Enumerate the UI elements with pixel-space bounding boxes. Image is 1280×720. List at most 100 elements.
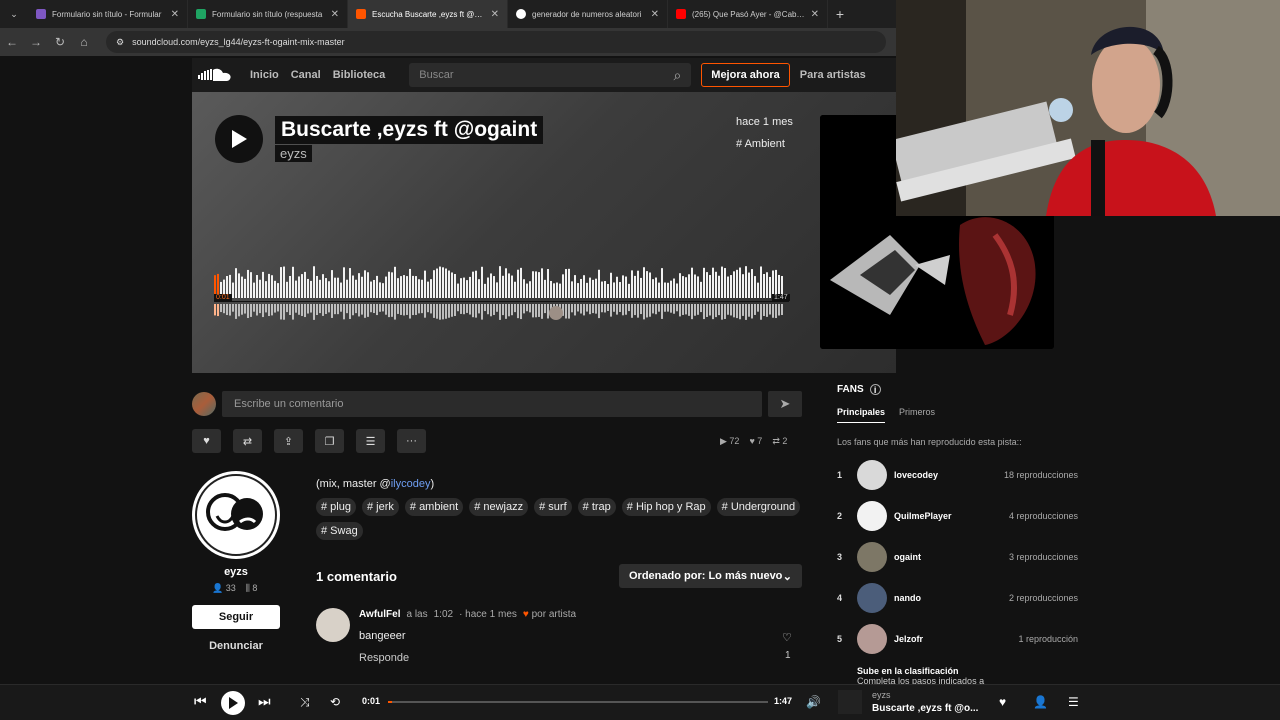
tag-pill[interactable]: # newjazz <box>469 498 529 516</box>
browser-tab[interactable]: Formulario sin título (respuesta ✕ <box>188 0 348 28</box>
tag-pill[interactable]: # Underground <box>716 498 801 516</box>
soundcloud-logo-icon[interactable] <box>192 58 238 92</box>
track-stats: ▶ 72 ♥ 7 ⇄ 2 <box>720 436 787 447</box>
reply-link[interactable]: Responde <box>359 652 409 664</box>
nav-inicio[interactable]: Inicio <box>250 69 279 81</box>
tab-primeros[interactable]: Primeros <box>899 407 935 423</box>
browser-tab[interactable]: generador de numeros aleatori ✕ <box>508 0 668 28</box>
commenter-avatar[interactable] <box>316 608 350 642</box>
info-icon[interactable]: i <box>869 384 881 395</box>
address-bar[interactable]: ⚙ soundcloud.com/eyzs_lg44/eyzs-ft-ogaint… <box>106 31 886 53</box>
tab-search-chevron-icon[interactable]: ⌄ <box>0 9 28 20</box>
close-icon[interactable]: ✕ <box>811 9 819 20</box>
play-icon <box>229 697 238 709</box>
bottom-player: ⏮ ⏭ ⤨ ⟲ 0:01 1:47 🔊 eyzs Buscarte ,eyzs … <box>0 684 1280 720</box>
queue-icon[interactable]: ☰ <box>1068 695 1079 709</box>
heart-icon: ♥ <box>203 435 210 447</box>
track-description: (mix, master @ilycodey) <box>316 478 435 490</box>
comment-input[interactable]: Escribe un comentario <box>222 391 762 417</box>
genre-tag[interactable]: # Ambient <box>736 138 785 150</box>
add-to-playlist-button[interactable]: ☰ <box>356 429 385 453</box>
fan-row[interactable]: 4 nando 2 reproducciones <box>837 583 1078 613</box>
nav-biblioteca[interactable]: Biblioteca <box>333 69 386 81</box>
for-artists-link[interactable]: Para artistas <box>800 69 866 81</box>
player-duration: 1:47 <box>774 696 793 706</box>
play-icon <box>232 130 247 148</box>
send-icon[interactable]: ➤ <box>768 391 802 417</box>
likes-count[interactable]: ♥ 7 <box>749 436 762 447</box>
forward-icon[interactable]: → <box>24 35 48 49</box>
repost-button[interactable]: ⇄ <box>233 429 262 453</box>
player-play-button[interactable] <box>221 691 245 715</box>
sort-dropdown[interactable]: Ordenado por: Lo más nuevo ⌄ <box>619 564 802 588</box>
close-icon[interactable]: ✕ <box>491 9 499 20</box>
track-artist-link[interactable]: eyzs <box>275 145 312 162</box>
followers-count[interactable]: 👤 33 <box>212 583 236 594</box>
volume-icon[interactable]: 🔊 <box>806 695 821 709</box>
tag-pill[interactable]: # Hip hop y Rap <box>621 498 711 516</box>
reposts-count[interactable]: ⇄ 2 <box>772 436 787 447</box>
tag-pill[interactable]: # jerk <box>361 498 399 516</box>
mention-link[interactable]: ilycodey <box>391 478 431 490</box>
waveform-comment-avatar[interactable] <box>549 306 563 320</box>
site-settings-icon[interactable]: ⚙ <box>116 37 124 48</box>
copy-link-button[interactable]: ❐ <box>315 429 344 453</box>
avatar <box>857 583 887 613</box>
tag-pill[interactable]: # surf <box>534 498 572 516</box>
close-icon[interactable]: ✕ <box>331 9 339 20</box>
report-button[interactable]: Denunciar <box>192 640 280 652</box>
upgrade-button[interactable]: Mejora ahora <box>701 63 790 87</box>
back-icon[interactable]: ← <box>0 35 24 49</box>
comment-timestamp[interactable]: 1:02 <box>434 609 453 620</box>
artist-avatar[interactable] <box>192 471 280 559</box>
fan-row[interactable]: 3 ogaint 3 reproducciones <box>837 542 1078 572</box>
play-button[interactable] <box>215 115 263 163</box>
tag-pill[interactable]: # Swag <box>316 522 363 540</box>
tab-principales[interactable]: Principales <box>837 407 886 423</box>
browser-tab-active[interactable]: Escucha Buscarte ,eyzs ft @oga ✕ <box>348 0 508 28</box>
tag-pill[interactable]: # trap <box>577 498 616 516</box>
heart-icon[interactable]: ♥ <box>999 695 1006 709</box>
fan-row[interactable]: 5 Jelzofr 1 reproducción <box>837 624 1078 654</box>
new-tab-icon[interactable]: + <box>828 6 852 22</box>
waveform[interactable] <box>214 258 789 322</box>
fan-row[interactable]: 1 lovecodey 18 reproducciones <box>837 460 1078 490</box>
reload-icon[interactable]: ↻ <box>48 35 72 49</box>
like-button[interactable]: ♥ <box>192 429 221 453</box>
nav-canal[interactable]: Canal <box>291 69 321 81</box>
track-hero: Buscarte ,eyzs ft @ogaint eyzs hace 1 me… <box>192 92 896 373</box>
artist-name[interactable]: eyzs <box>192 566 280 578</box>
commenter-name[interactable]: AwfulFel <box>359 609 400 620</box>
fans-subtitle: Los fans que más han reproducido esta pi… <box>837 437 1022 447</box>
close-icon[interactable]: ✕ <box>651 9 659 20</box>
player-artwork[interactable] <box>838 690 862 714</box>
search-icon[interactable]: ⌕ <box>673 67 681 84</box>
player-artist[interactable]: eyzs <box>872 690 891 700</box>
more-button[interactable]: ··· <box>397 429 426 453</box>
search-input[interactable]: Buscar ⌕ <box>409 63 692 87</box>
tag-pill[interactable]: # plug <box>316 498 356 516</box>
close-icon[interactable]: ✕ <box>171 9 179 20</box>
climb-ranking: Sube en la clasificación Completa los pa… <box>857 666 985 685</box>
more-icon: ··· <box>406 435 417 447</box>
fans-heading: FANS i <box>837 384 1082 395</box>
shuffle-icon[interactable]: ⤨ <box>300 695 310 710</box>
player-track-title[interactable]: Buscarte ,eyzs ft @o... <box>872 703 978 714</box>
home-icon[interactable]: ⌂ <box>72 35 96 49</box>
browser-tab[interactable]: (265) Que Pasó Ayer - @Cabxo ✕ <box>668 0 828 28</box>
comment-text: bangeeer <box>359 630 406 642</box>
tag-pill[interactable]: # ambient <box>404 498 464 516</box>
tracks-count[interactable]: ⫼ 8 <box>246 583 258 594</box>
posted-date: hace 1 mes <box>736 116 793 128</box>
browser-tab[interactable]: Formulario sin título - Formular ✕ <box>28 0 188 28</box>
fan-row[interactable]: 2 QuilmePlayer 4 reproducciones <box>837 501 1078 531</box>
share-button[interactable]: ⇪ <box>274 429 303 453</box>
follow-icon[interactable]: 👤 <box>1033 695 1048 709</box>
next-icon[interactable]: ⏭ <box>258 693 271 710</box>
previous-icon[interactable]: ⏮ <box>194 693 207 710</box>
progress-bar[interactable] <box>388 701 768 703</box>
comment-like-icon[interactable]: ♡ <box>782 631 792 644</box>
youtube-icon <box>676 9 686 19</box>
follow-button[interactable]: Seguir <box>192 605 280 629</box>
repeat-icon[interactable]: ⟲ <box>330 695 340 709</box>
